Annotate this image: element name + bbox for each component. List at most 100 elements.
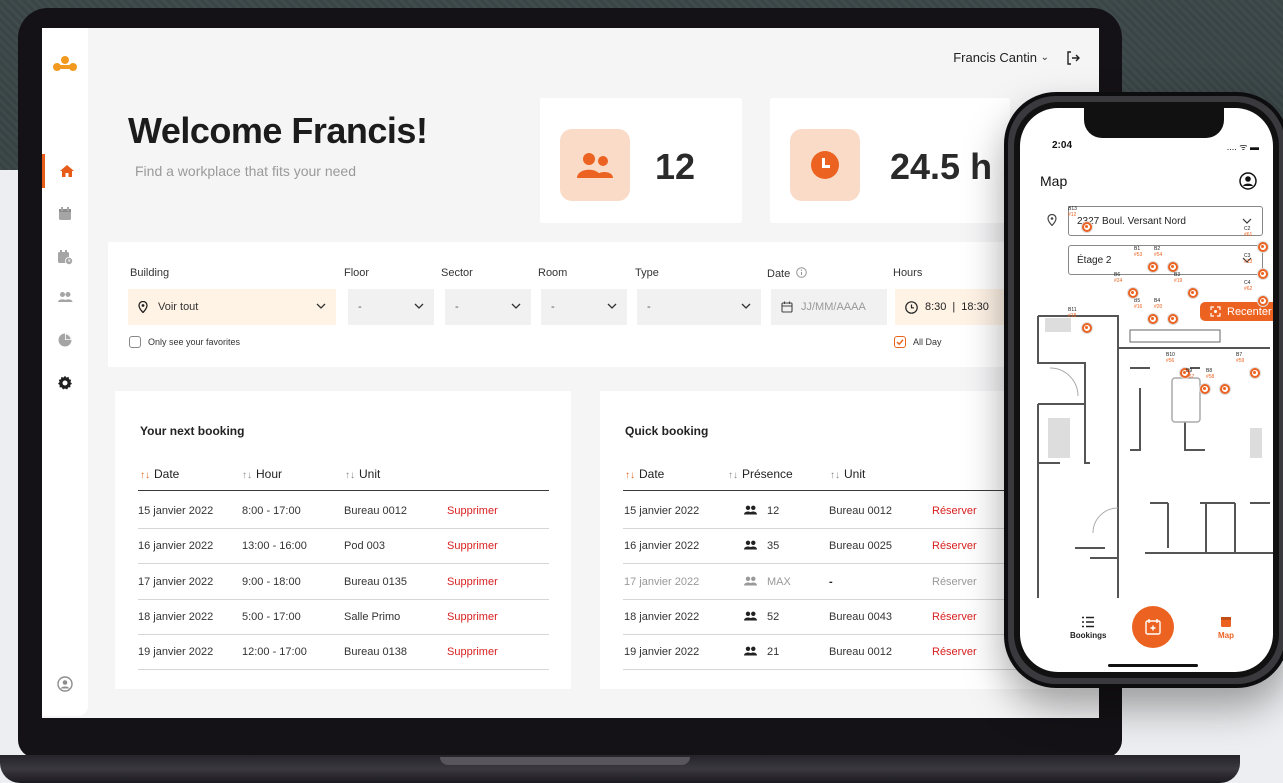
- hours-separator: |: [952, 301, 956, 313]
- column-label: Date: [154, 467, 180, 481]
- panel-title: Quick booking: [625, 424, 709, 438]
- booking-date: 15 janvier 2022: [138, 505, 214, 517]
- column-header-date[interactable]: ↑↓ Date: [140, 467, 179, 481]
- column-header-unit[interactable]: ↑↓ Unit: [345, 467, 380, 481]
- booking-unit: Bureau 0135: [344, 575, 407, 588]
- desk-dot[interactable]: [1148, 262, 1158, 272]
- sidebar-item-people[interactable]: [42, 280, 88, 314]
- desk-dot[interactable]: [1200, 384, 1210, 394]
- new-booking-button[interactable]: [1132, 606, 1174, 648]
- tab-bookings[interactable]: Bookings: [1070, 616, 1106, 640]
- date-input[interactable]: JJ/MM/AAAA: [771, 289, 887, 325]
- address-select[interactable]: 2327 Boul. Versant Nord: [1068, 206, 1263, 236]
- desk-sub: #12: [1068, 212, 1077, 218]
- floor-select[interactable]: Étage 2: [1068, 245, 1263, 275]
- filter-label-room: Room: [538, 267, 568, 279]
- booking-date: 18 janvier 2022: [138, 610, 214, 623]
- desk-dot-center: [1171, 317, 1174, 320]
- desk-dot-center: [1171, 265, 1174, 268]
- booking-hour: 5:00 - 17:00: [242, 610, 301, 623]
- delete-booking-button[interactable]: Supprimer: [447, 646, 498, 658]
- desk-dot[interactable]: [1128, 288, 1138, 298]
- column-header-unit[interactable]: ↑↓ Unit: [830, 467, 865, 481]
- desk-sub: #62: [1244, 286, 1253, 292]
- room-select[interactable]: -: [541, 289, 627, 325]
- desk-dot[interactable]: [1082, 323, 1092, 333]
- calendar-icon: [781, 301, 793, 313]
- delete-booking-button[interactable]: Supprimer: [447, 611, 498, 623]
- desk-dot[interactable]: [1188, 288, 1198, 298]
- tab-label: Map: [1218, 631, 1234, 640]
- desk-dot[interactable]: [1148, 314, 1158, 324]
- desk-dot[interactable]: [1082, 222, 1092, 232]
- quick-date: 18 janvier 2022: [624, 610, 700, 623]
- desk-dot-center: [1261, 272, 1264, 275]
- desk-dot-center: [1253, 371, 1256, 374]
- reserve-button[interactable]: Réserver: [932, 611, 977, 623]
- quick-date: 16 janvier 2022: [624, 540, 700, 553]
- presence-count: MAX: [767, 575, 791, 588]
- booking-date: 17 janvier 2022: [138, 575, 214, 588]
- sidebar-item-profile[interactable]: [42, 667, 88, 701]
- sector-select[interactable]: -: [445, 289, 531, 325]
- stat-value: 24.5 h: [890, 146, 993, 187]
- user-menu[interactable]: Francis Cantin: [953, 50, 1037, 65]
- reserve-button[interactable]: Réserver: [932, 646, 977, 658]
- mobile-app: 2:04 .... ᯤ ▬ Map 2327 Boul. Versant Nor…: [1020, 108, 1273, 672]
- stat-card-hours: 24.5 h: [770, 98, 1010, 223]
- desk-dot[interactable]: [1258, 269, 1268, 279]
- desk-dot[interactable]: [1258, 296, 1268, 306]
- sort-icon: ↑↓: [625, 470, 635, 481]
- desk-dot[interactable]: [1258, 242, 1268, 252]
- reserve-button: Réserver: [932, 575, 977, 588]
- chevron-down-icon: [511, 303, 521, 309]
- favorites-checkbox[interactable]: Only see your favorites: [129, 336, 240, 348]
- desk-dot-center: [1085, 326, 1088, 329]
- reserve-button[interactable]: Réserver: [932, 505, 977, 517]
- column-header-presence[interactable]: ↑↓ Présence: [728, 467, 793, 481]
- delete-booking-button[interactable]: Supprimer: [447, 540, 498, 552]
- logout-icon[interactable]: [1065, 50, 1081, 66]
- building-select[interactable]: Voir tout: [128, 289, 336, 325]
- header-divider: [623, 490, 1043, 491]
- sort-icon: ↑↓: [242, 470, 252, 481]
- floor-select[interactable]: -: [348, 289, 434, 325]
- desk-dot[interactable]: [1220, 384, 1230, 394]
- favorites-label: Only see your favorites: [148, 337, 241, 347]
- tab-label: Bookings: [1070, 631, 1107, 640]
- sidebar-item-settings[interactable]: [42, 366, 88, 400]
- hours-start[interactable]: 8:30: [925, 301, 946, 313]
- tab-map[interactable]: Map: [1218, 616, 1234, 640]
- reserve-button[interactable]: Réserver: [932, 540, 977, 552]
- sort-icon: ↑↓: [345, 470, 355, 481]
- chevron-down-icon: [414, 303, 424, 309]
- hours-input[interactable]: 8:30 | 18:30: [895, 289, 1011, 325]
- row-divider: [623, 598, 1043, 600]
- type-select[interactable]: -: [637, 289, 761, 325]
- info-icon[interactable]: [796, 267, 808, 278]
- stat-icon: [790, 129, 860, 201]
- desk-sub: #16: [1134, 304, 1143, 310]
- hours-end[interactable]: 18:30: [961, 301, 989, 313]
- booking-hour: 12:00 - 17:00: [242, 646, 307, 659]
- quick-presence: 12: [744, 505, 779, 517]
- sidebar-item-calendar[interactable]: [42, 197, 88, 231]
- delete-booking-button[interactable]: Supprimer: [447, 576, 498, 588]
- all-day-checkbox[interactable]: All Day: [894, 336, 942, 348]
- column-header-date[interactable]: ↑↓ Date: [625, 467, 664, 481]
- column-header-hour[interactable]: ↑↓ Hour: [242, 467, 282, 481]
- delete-booking-button[interactable]: Supprimer: [447, 505, 498, 517]
- profile-icon[interactable]: [1239, 172, 1257, 190]
- desk-dot[interactable]: [1168, 314, 1178, 324]
- sidebar-item-reports[interactable]: [42, 323, 88, 357]
- checkbox-checked[interactable]: [894, 336, 906, 348]
- pie-chart-icon: [58, 333, 72, 347]
- desk-dot[interactable]: [1250, 368, 1260, 378]
- home-icon: [59, 165, 74, 177]
- desk-dot[interactable]: [1168, 262, 1178, 272]
- page-title: Welcome Francis!: [128, 110, 428, 151]
- sidebar-item-schedule[interactable]: [42, 240, 88, 274]
- sidebar-item-home[interactable]: [42, 154, 88, 188]
- checkbox[interactable]: [129, 336, 141, 348]
- chevron-down-icon[interactable]: ⌄: [1041, 52, 1049, 63]
